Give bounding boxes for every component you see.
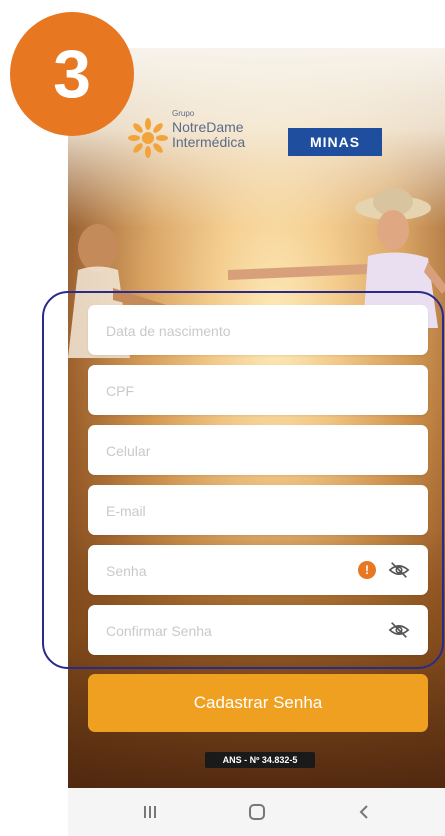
brand-name-line2: Intermédica: [172, 134, 246, 151]
sun-flower-logo-icon: [128, 118, 168, 158]
brand-group-label: Grupo: [172, 109, 195, 118]
region-badge: MINAS: [288, 128, 382, 156]
eye-off-icon[interactable]: [388, 559, 410, 581]
page: 3 Grupo NotreDame Intermédica MINAS Data…: [0, 0, 445, 836]
birthdate-input[interactable]: [104, 305, 358, 357]
home-icon[interactable]: [243, 798, 271, 826]
confirm-password-input[interactable]: [104, 605, 358, 657]
password-warning-icon: !: [358, 561, 376, 579]
brand-name: Grupo NotreDame Intermédica: [172, 109, 246, 151]
register-password-button[interactable]: Cadastrar Senha: [88, 674, 428, 732]
eye-off-icon[interactable]: [388, 619, 410, 641]
phone-field[interactable]: [88, 425, 428, 477]
cpf-field[interactable]: [88, 365, 428, 417]
step-number: 3: [53, 36, 91, 112]
recent-apps-icon[interactable]: [136, 798, 164, 826]
confirm-password-field[interactable]: [88, 605, 428, 657]
password-input[interactable]: [104, 545, 358, 597]
cpf-input[interactable]: [104, 365, 358, 417]
back-icon[interactable]: [350, 798, 378, 826]
brand-header: Grupo NotreDame Intermédica MINAS: [128, 109, 398, 170]
step-number-badge: 3: [10, 12, 134, 136]
password-field[interactable]: !: [88, 545, 428, 597]
email-field[interactable]: [88, 485, 428, 537]
brand-name-line1: NotreDame: [172, 119, 244, 136]
ans-registration-label: ANS - Nº 34.832-5: [205, 752, 315, 768]
email-input[interactable]: [104, 485, 358, 537]
birthdate-field[interactable]: [88, 305, 428, 357]
phone-input[interactable]: [104, 425, 358, 477]
android-nav-bar: [68, 788, 445, 836]
